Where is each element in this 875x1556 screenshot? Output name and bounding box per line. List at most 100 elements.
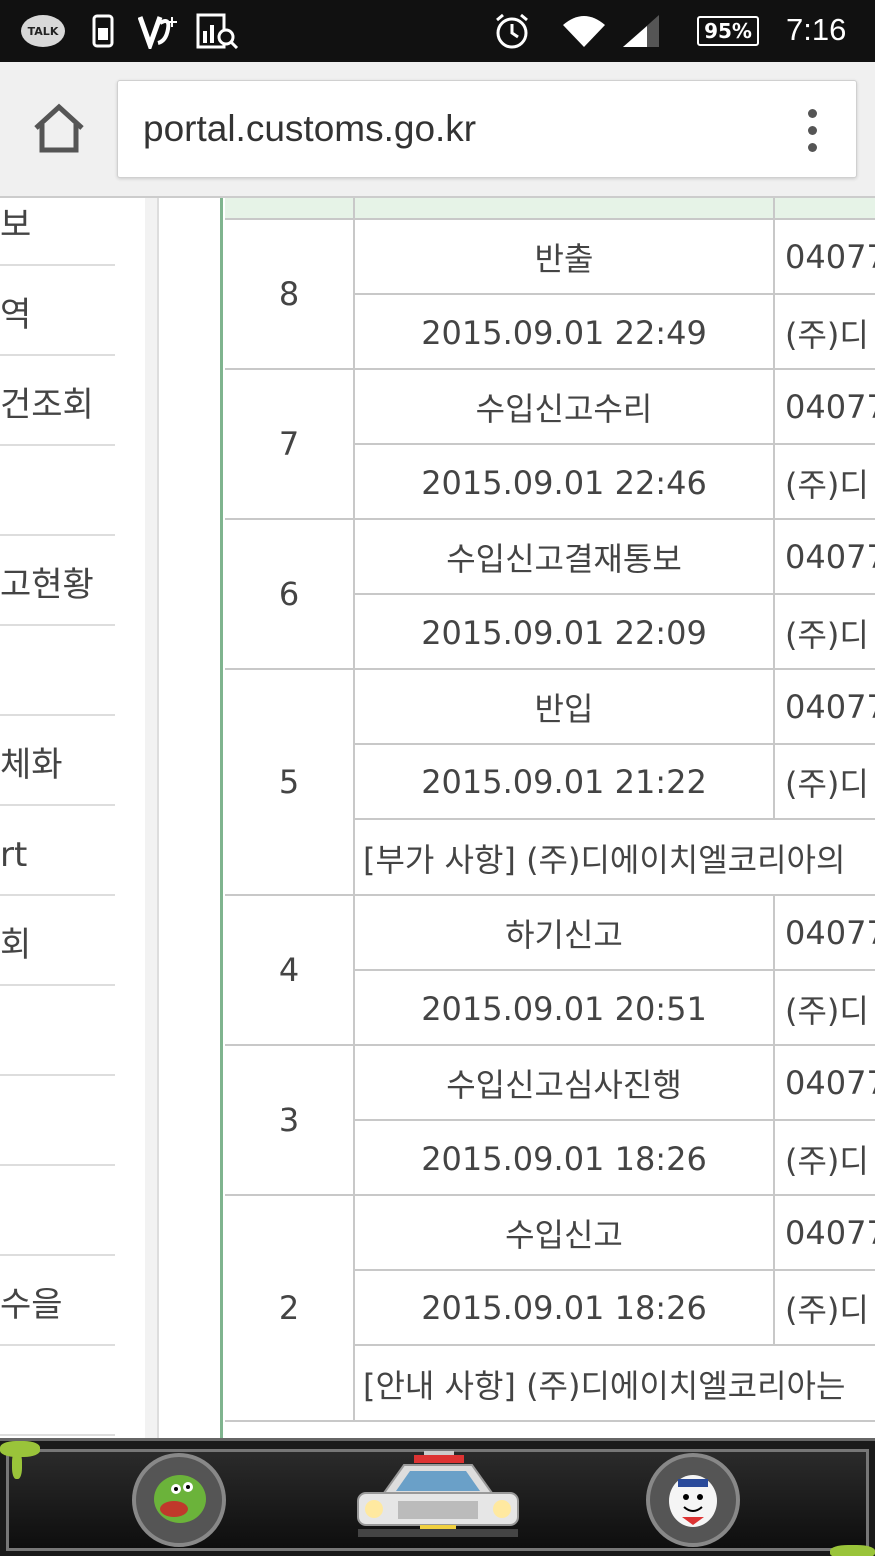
table-row: 수입신고 04077: [355, 1196, 875, 1271]
table-row: 수입신고수리 04077: [355, 370, 875, 445]
company-cell: (주)디: [785, 1141, 869, 1180]
kakaotalk-icon: TALK: [20, 10, 66, 52]
seq-number: 7: [225, 370, 355, 518]
seq-number: 2: [225, 1196, 355, 1420]
sidebar-item[interactable]: 수을: [0, 1256, 115, 1346]
sidebar-item[interactable]: 체화: [0, 716, 115, 806]
url-text[interactable]: portal.customs.go.kr: [143, 108, 476, 150]
chart-search-icon: [196, 10, 240, 52]
status-cell: 하기신고: [355, 896, 775, 969]
clock: 7:16: [786, 12, 847, 47]
slimer-ghost-icon[interactable]: [132, 1453, 226, 1547]
url-bar[interactable]: portal.customs.go.kr: [117, 80, 857, 178]
datetime-cell: 2015.09.01 22:49: [355, 295, 775, 370]
table-border-line: [220, 198, 223, 1438]
table-group: 6 수입신고결재통보 04077 2015.09.01 22:09 (주)디: [225, 520, 875, 670]
code-cell: 04077: [785, 1213, 875, 1252]
table-row: 반입 04077: [355, 670, 875, 745]
sidebar-item[interactable]: [0, 1166, 115, 1256]
status-cell: 수입신고결재통보: [355, 520, 775, 593]
table-row: 2015.09.01 22:46 (주)디: [355, 445, 875, 520]
company-cell: (주)디: [785, 615, 869, 654]
sidebar-item[interactable]: 건조회: [0, 356, 115, 446]
table-header-row: [225, 198, 875, 220]
status-cell: 수입신고수리: [355, 370, 775, 443]
table-row: 2015.09.01 22:49 (주)디: [355, 295, 875, 370]
launcher-dock: [0, 1438, 875, 1556]
talk-bubble: TALK: [21, 15, 65, 47]
sidebar-item[interactable]: [0, 446, 115, 536]
status-cell: 반출: [355, 220, 775, 293]
company-cell: (주)디: [785, 315, 869, 354]
datetime-cell: 2015.09.01 22:09: [355, 595, 775, 670]
wifi-icon: [560, 10, 608, 52]
code-cell: 04077: [785, 237, 875, 276]
slime-drip: [12, 1451, 22, 1479]
datetime-cell: 2015.09.01 18:26: [355, 1271, 775, 1344]
sidebar-item[interactable]: 회: [0, 896, 115, 986]
code-cell: 04077: [785, 387, 875, 426]
table-note-row: [안내 사항] (주)디에이치엘코리아는: [355, 1346, 875, 1421]
datetime-cell: 2015.09.01 18:26: [355, 1121, 775, 1196]
signal-icon: [620, 10, 662, 52]
company-cell: (주)디: [785, 1290, 869, 1329]
ecto-car-icon[interactable]: [354, 1447, 522, 1547]
status-bar: TALK 95% 7:16: [0, 0, 875, 62]
v3-plus-icon: [138, 10, 182, 52]
note-text: [안내 사항] (주)디에이치엘코리아는: [363, 1366, 846, 1405]
note-text: [부가 사항] (주)디에이치엘코리아의: [363, 840, 846, 879]
overflow-menu-icon[interactable]: [808, 109, 818, 153]
battery-icon: 95%: [694, 10, 762, 52]
datetime-cell: 2015.09.01 20:51: [355, 971, 775, 1046]
code-cell: 04077: [785, 687, 875, 726]
table-row: 2015.09.01 22:09 (주)디: [355, 595, 875, 670]
table-group: 8 반출 04077 2015.09.01 22:49 (주)디: [225, 220, 875, 370]
sidebar-item[interactable]: 역: [0, 266, 115, 356]
table-group: 4 하기신고 04077 2015.09.01 20:51 (주)디: [225, 896, 875, 1046]
code-cell: 04077: [785, 913, 875, 952]
company-cell: (주)디: [785, 991, 869, 1030]
sidebar-item[interactable]: rt: [0, 806, 115, 896]
table-group: 2 수입신고 04077 2015.09.01 18:26 (주)디 [안내 사항]…: [225, 1196, 875, 1422]
table-row: 2015.09.01 21:22 (주)디: [355, 745, 875, 820]
alarm-icon: [492, 10, 532, 52]
table-group: 3 수입신고심사진행 04077 2015.09.01 18:26 (주)디: [225, 1046, 875, 1196]
browser-toolbar: portal.customs.go.kr: [0, 62, 875, 198]
code-cell: 04077: [785, 1063, 875, 1102]
table-row: 2015.09.01 18:26 (주)디: [355, 1121, 875, 1196]
company-cell: (주)디: [785, 764, 869, 803]
slime-decoration: [830, 1545, 875, 1556]
battery-level: 95%: [697, 16, 759, 46]
sidebar-item[interactable]: [0, 986, 115, 1076]
table-group: 7 수입신고수리 04077 2015.09.01 22:46 (주)디: [225, 370, 875, 520]
page-content: 보 역 건조회 고현황 체화 rt 회 수을 8 반출 04077 2015.09…: [0, 198, 875, 1438]
seq-number: 5: [225, 670, 355, 894]
status-cell: 수입신고심사진행: [355, 1046, 775, 1119]
datetime-cell: 2015.09.01 21:22: [355, 745, 775, 818]
table-group: 5 반입 04077 2015.09.01 21:22 (주)디 [부가 사항] (…: [225, 670, 875, 896]
sidebar-item[interactable]: 보: [0, 198, 115, 266]
seq-number: 3: [225, 1046, 355, 1194]
table-row: 수입신고심사진행 04077: [355, 1046, 875, 1121]
sidebar-item[interactable]: [0, 1076, 115, 1166]
table-row: 하기신고 04077: [355, 896, 875, 971]
sidebar-gutter: [145, 198, 159, 1438]
sidebar-item[interactable]: [0, 626, 115, 716]
sim-icon: [90, 10, 116, 52]
table-note-row: [부가 사항] (주)디에이치엘코리아의: [355, 820, 875, 895]
sidebar-item[interactable]: 고현황: [0, 536, 115, 626]
datetime-cell: 2015.09.01 22:46: [355, 445, 775, 520]
table-row: 2015.09.01 20:51 (주)디: [355, 971, 875, 1046]
sidebar-item[interactable]: [0, 1346, 115, 1436]
seq-number: 8: [225, 220, 355, 368]
table-row: 반출 04077: [355, 220, 875, 295]
marshmallow-man-icon[interactable]: [646, 1453, 740, 1547]
sidebar: 보 역 건조회 고현황 체화 rt 회 수을: [0, 198, 145, 1438]
code-cell: 04077: [785, 537, 875, 576]
table-row: 수입신고결재통보 04077: [355, 520, 875, 595]
status-cell: 반입: [355, 670, 775, 743]
seq-number: 6: [225, 520, 355, 668]
seq-number: 4: [225, 896, 355, 1044]
home-icon[interactable]: [30, 102, 88, 156]
table-row: 2015.09.01 18:26 (주)디: [355, 1271, 875, 1346]
